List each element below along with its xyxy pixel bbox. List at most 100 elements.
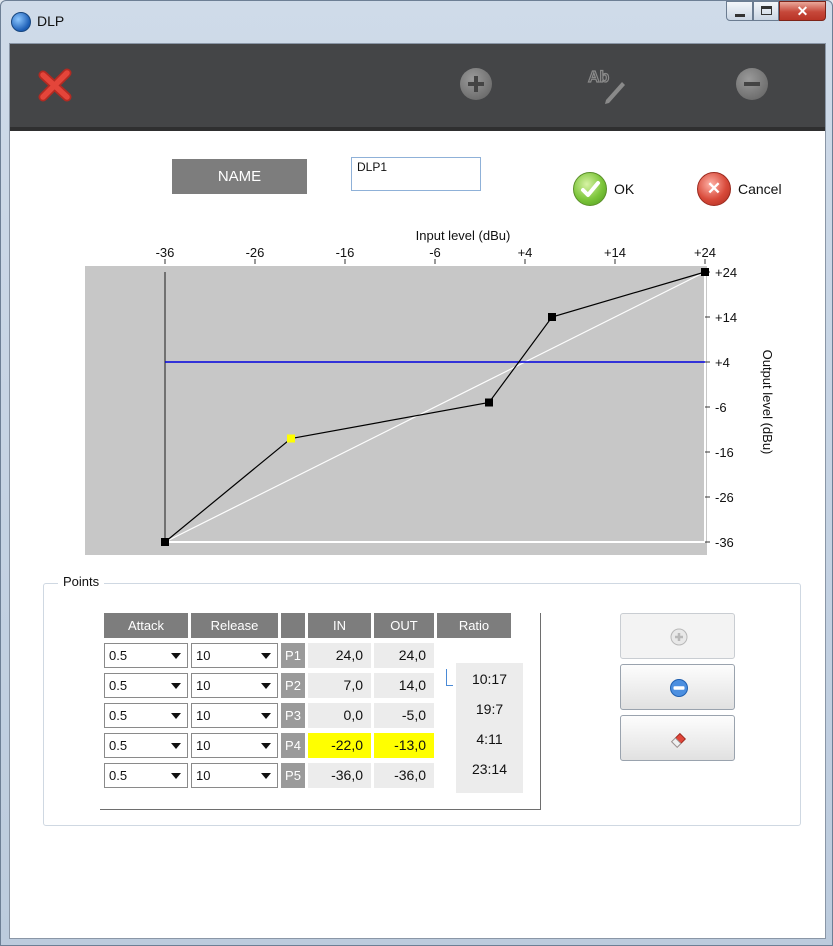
ok-label: OK bbox=[614, 181, 635, 197]
column-header-release: Release bbox=[191, 613, 278, 638]
point-label: P5 bbox=[281, 763, 305, 788]
remove-circle-icon bbox=[736, 68, 768, 100]
x-axis-title: Input level (dBu) bbox=[416, 228, 511, 243]
point-in-value[interactable]: -22,0 bbox=[308, 733, 371, 758]
point-marker[interactable] bbox=[548, 313, 556, 321]
x-tick-label: +4 bbox=[518, 245, 533, 260]
title-bar[interactable]: DLP ✕ bbox=[1, 1, 832, 43]
chevron-down-icon bbox=[171, 683, 181, 689]
clear-points-button[interactable] bbox=[620, 715, 735, 761]
selected-point-marker[interactable] bbox=[287, 434, 295, 443]
transfer-curve-plot[interactable]: -36 -26 -16 -6 +4 +14 +24 +24 +14 +4 -6 -16 -26 -36 In… bbox=[85, 227, 801, 555]
close-window-icon: ✕ bbox=[796, 3, 809, 19]
add-point-button[interactable] bbox=[620, 613, 735, 659]
eraser-icon bbox=[671, 732, 687, 748]
attack-select[interactable]: 0.5 bbox=[104, 763, 188, 788]
close-window-button[interactable]: ✕ bbox=[779, 1, 826, 21]
chevron-down-icon bbox=[261, 713, 271, 719]
x-tick-label: -26 bbox=[246, 245, 265, 260]
cancel-button[interactable]: ✕ Cancel bbox=[697, 172, 782, 206]
remove-point-button[interactable] bbox=[620, 664, 735, 710]
attack-select[interactable]: 0.5 bbox=[104, 643, 188, 668]
close-button[interactable] bbox=[38, 68, 72, 102]
release-select[interactable]: 10 bbox=[191, 733, 278, 758]
add-circle-icon bbox=[460, 68, 492, 100]
ratio-value: 19:7 bbox=[475, 701, 504, 717]
rename-icon: Ab bbox=[587, 68, 625, 104]
rename-glyph: Ab bbox=[588, 69, 610, 86]
point-label: P1 bbox=[281, 643, 305, 668]
column-header-attack: Attack bbox=[104, 613, 188, 638]
release-select[interactable]: 10 bbox=[191, 643, 278, 668]
add-circle-icon bbox=[670, 628, 688, 646]
y-tick-label: +4 bbox=[715, 355, 730, 370]
x-tick-label: -6 bbox=[429, 245, 441, 260]
release-select[interactable]: 10 bbox=[191, 673, 278, 698]
points-table: Attack Release IN OUT Ratio 10:17 19:7 4… bbox=[100, 613, 541, 810]
ratio-list: 10:17 19:7 4:11 23:14 bbox=[456, 663, 523, 793]
remove-button[interactable] bbox=[736, 68, 770, 102]
point-marker[interactable] bbox=[701, 268, 709, 276]
attack-value: 0.5 bbox=[109, 738, 128, 753]
chevron-down-icon bbox=[171, 653, 181, 659]
x-tick-label: +24 bbox=[694, 245, 716, 260]
maximize-button[interactable] bbox=[753, 1, 779, 21]
window-controls: ✕ bbox=[726, 1, 826, 21]
column-header-out: OUT bbox=[374, 613, 434, 638]
release-value: 10 bbox=[196, 678, 211, 693]
point-in-value[interactable]: 0,0 bbox=[308, 703, 371, 728]
name-label: NAME bbox=[172, 159, 307, 194]
point-out-value[interactable]: 14,0 bbox=[374, 673, 434, 698]
column-header-point bbox=[281, 613, 305, 638]
add-button[interactable] bbox=[460, 68, 494, 102]
point-out-value[interactable]: -5,0 bbox=[374, 703, 434, 728]
attack-select[interactable]: 0.5 bbox=[104, 703, 188, 728]
column-header-ratio: Ratio bbox=[437, 613, 511, 638]
ratio-marker bbox=[446, 669, 453, 686]
point-marker[interactable] bbox=[485, 398, 493, 407]
point-marker[interactable] bbox=[161, 538, 169, 546]
attack-select[interactable]: 0.5 bbox=[104, 673, 188, 698]
unity-reference-line bbox=[164, 271, 706, 543]
transfer-curve-graph[interactable]: -36 -26 -16 -6 +4 +14 +24 +24 +14 +4 -6 -16 -26 -36 In… bbox=[85, 227, 801, 555]
point-in-value[interactable]: 24,0 bbox=[308, 643, 371, 668]
x-tick-label: -36 bbox=[156, 245, 175, 260]
close-icon bbox=[38, 68, 72, 102]
point-in-value[interactable]: -36,0 bbox=[308, 763, 371, 788]
point-out-value[interactable]: -13,0 bbox=[374, 733, 434, 758]
attack-select[interactable]: 0.5 bbox=[104, 733, 188, 758]
point-label: P3 bbox=[281, 703, 305, 728]
y-axis-title: Output level (dBu) bbox=[760, 350, 775, 455]
globe-icon bbox=[11, 12, 31, 32]
chevron-down-icon bbox=[261, 653, 271, 659]
y-tick-label: -6 bbox=[715, 400, 727, 415]
x-tick-label: -16 bbox=[336, 245, 355, 260]
chevron-down-icon bbox=[171, 713, 181, 719]
release-value: 10 bbox=[196, 768, 211, 783]
release-select[interactable]: 10 bbox=[191, 703, 278, 728]
point-in-value[interactable]: 7,0 bbox=[308, 673, 371, 698]
ratio-value: 10:17 bbox=[471, 671, 508, 687]
name-input[interactable] bbox=[351, 157, 481, 191]
dlp-window: DLP ✕ Ab NAME DLP1 OK ✕ Cancel -36 -26 -… bbox=[0, 0, 833, 946]
y-tick-label: +14 bbox=[715, 310, 737, 325]
ok-button[interactable]: OK bbox=[573, 172, 634, 206]
minimize-button[interactable] bbox=[726, 1, 753, 21]
point-out-value[interactable]: -36,0 bbox=[374, 763, 434, 788]
chevron-down-icon bbox=[261, 773, 271, 779]
rename-button[interactable]: Ab bbox=[586, 64, 628, 104]
window-title: DLP bbox=[37, 13, 65, 29]
y-tick-label: -36 bbox=[715, 535, 734, 550]
point-out-value[interactable]: 24,0 bbox=[374, 643, 434, 668]
maximize-icon bbox=[761, 6, 772, 15]
points-title: Points bbox=[58, 574, 105, 589]
y-tick-label: -16 bbox=[715, 445, 734, 460]
release-value: 10 bbox=[196, 708, 211, 723]
cancel-icon: ✕ bbox=[697, 172, 731, 206]
release-select[interactable]: 10 bbox=[191, 763, 278, 788]
attack-value: 0.5 bbox=[109, 678, 128, 693]
chevron-down-icon bbox=[261, 683, 271, 689]
dialog-body: Ab NAME OK ✕ Cancel -36 -26 -16 -6 +4 +14 +24 +… bbox=[9, 43, 826, 939]
minimize-icon bbox=[735, 14, 745, 17]
y-tick-label: +24 bbox=[715, 265, 737, 280]
